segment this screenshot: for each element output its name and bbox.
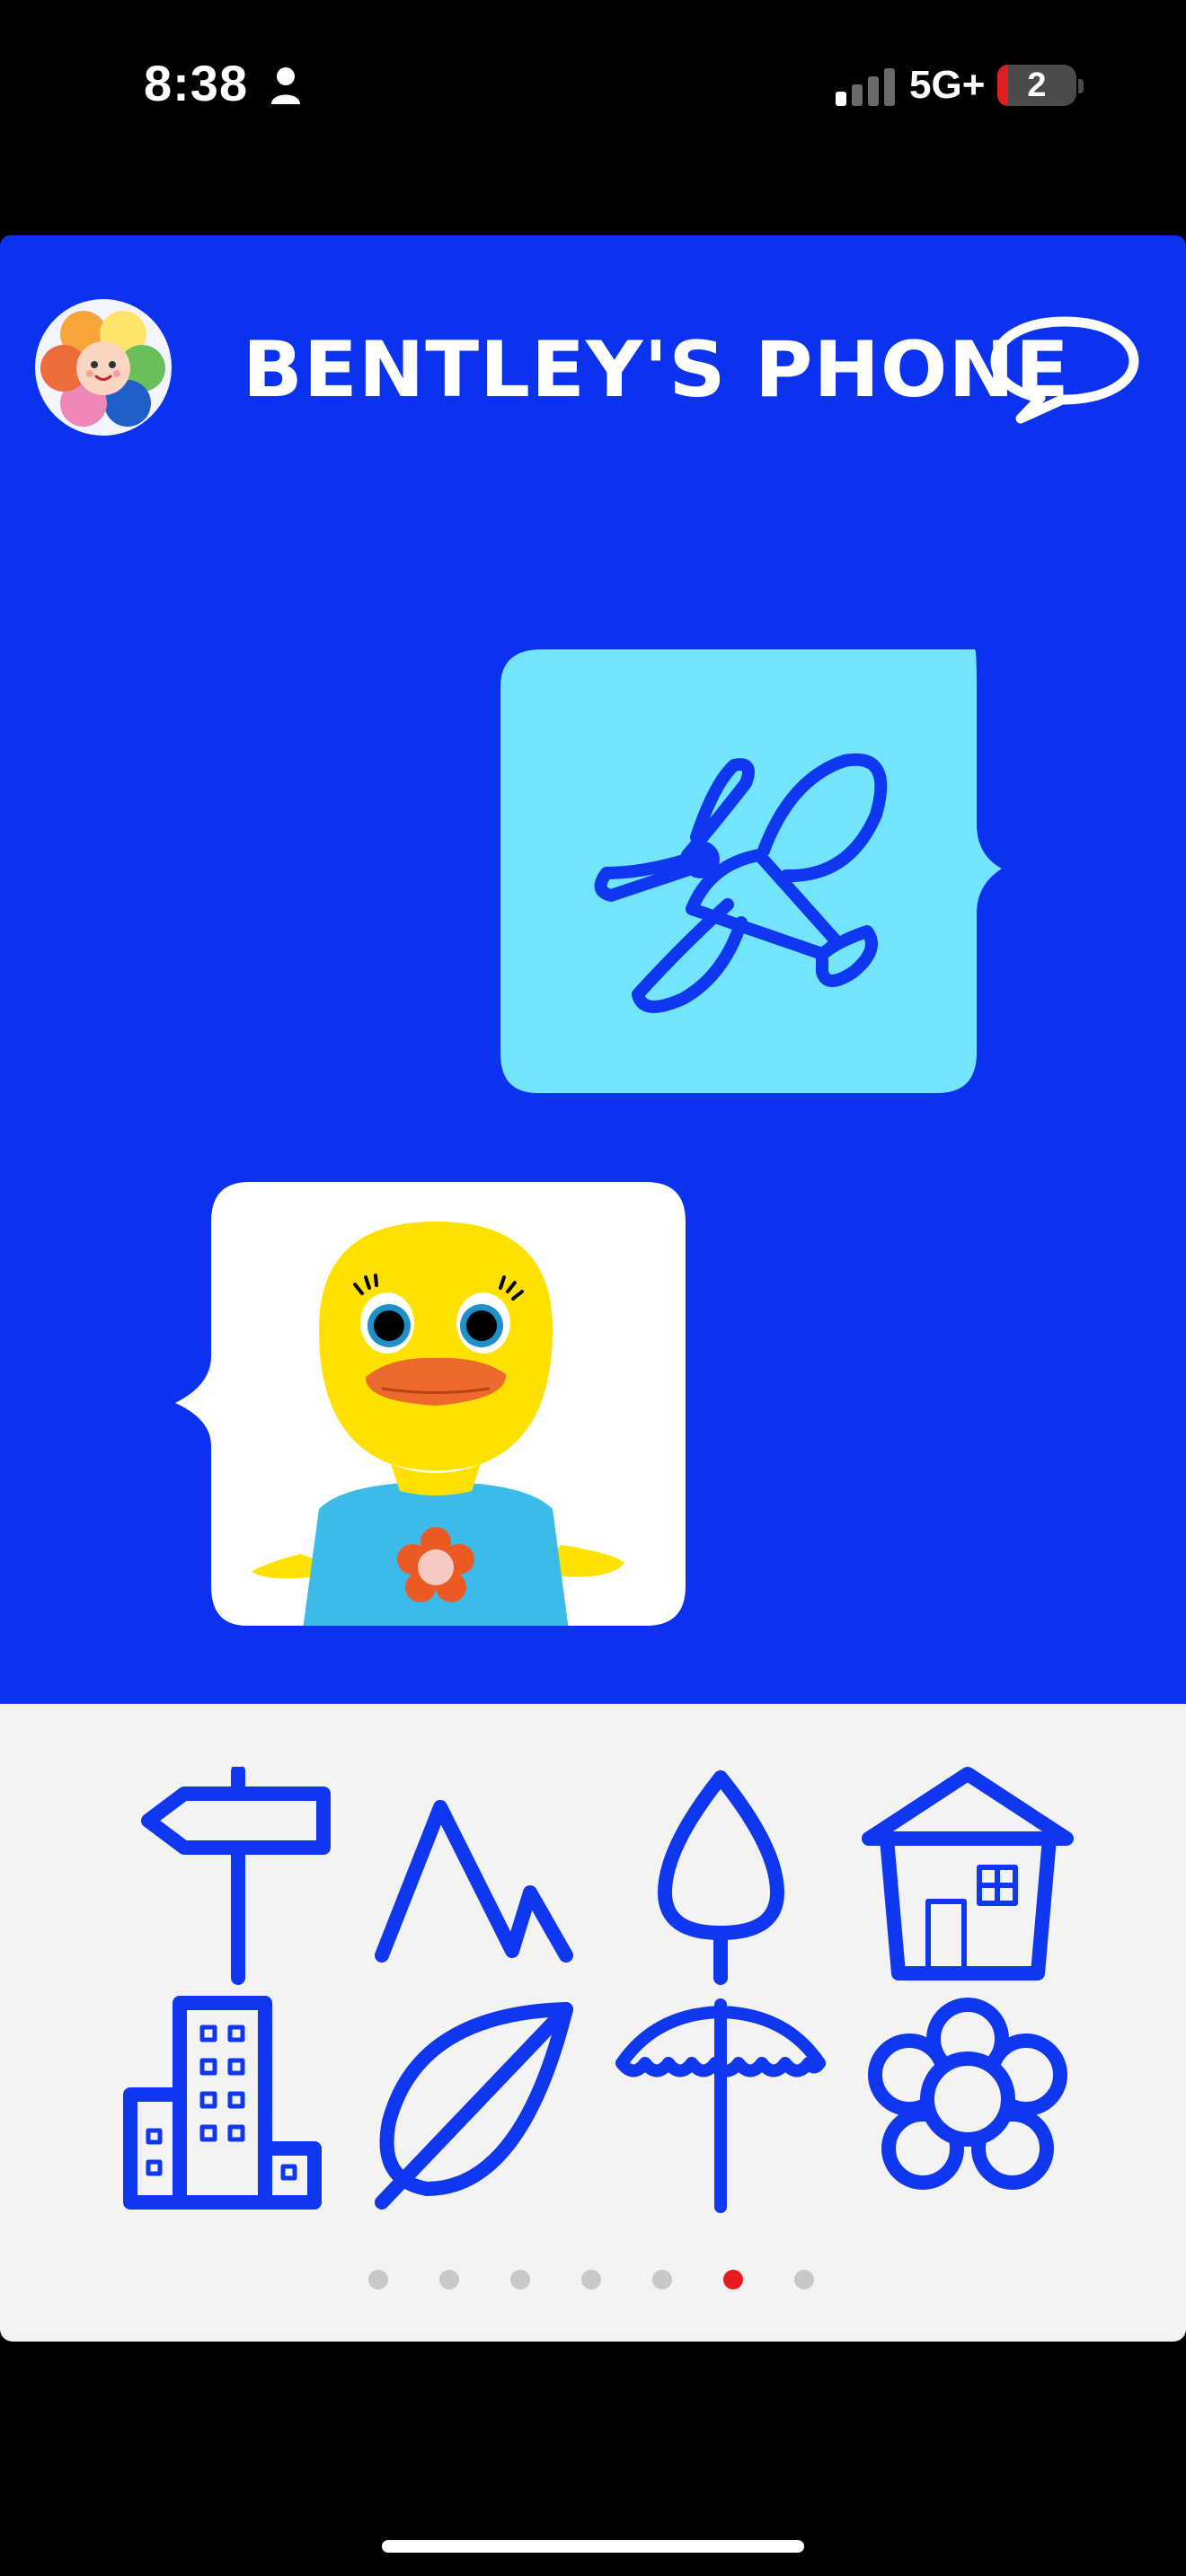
key-tree[interactable]: [611, 1767, 836, 1991]
building-icon: [123, 1996, 322, 2210]
message-bubble-outgoing[interactable]: [499, 644, 1020, 1102]
page-dot-7[interactable]: [794, 2270, 814, 2289]
status-time: 8:38: [144, 55, 249, 111]
page-title: BENTLEY'S PHONE: [243, 325, 1070, 415]
key-leaf[interactable]: [364, 1996, 589, 2220]
signpost-icon: [141, 1764, 331, 1985]
key-umbrella[interactable]: [611, 1996, 836, 2220]
tree-icon: [658, 1770, 784, 1985]
page-dot-1[interactable]: [368, 2270, 388, 2289]
person-icon: [271, 67, 300, 104]
network-type: 5G+: [909, 63, 986, 107]
flower-icon: [868, 1998, 1067, 2190]
battery-level: 2: [1027, 66, 1047, 104]
signal-icon: [836, 68, 895, 106]
page-indicator: [0, 2270, 1186, 2297]
message-bubble-incoming[interactable]: [166, 1177, 687, 1635]
home-indicator[interactable]: [382, 2540, 804, 2553]
icon-keyboard: [0, 1704, 1186, 2342]
app-panel: BENTLEY'S PHONE: [0, 235, 1186, 1704]
rainbow-flower-face-icon[interactable]: [34, 298, 173, 437]
speech-bubble-icon[interactable]: [988, 314, 1141, 427]
page-dot-2[interactable]: [439, 2270, 459, 2289]
status-bar: 8:38 5G+ 2: [0, 0, 1186, 180]
mountains-icon: [375, 1800, 573, 1963]
house-icon: [862, 1767, 1074, 1981]
page-dot-6-active[interactable]: [723, 2270, 743, 2289]
key-flower[interactable]: [858, 1996, 1083, 2220]
key-mountains[interactable]: [364, 1767, 589, 1991]
key-signpost[interactable]: [121, 1764, 346, 1991]
leaf-icon: [375, 2002, 573, 2210]
page-dot-4[interactable]: [581, 2270, 601, 2289]
umbrella-icon: [615, 1998, 826, 2213]
page-dot-5[interactable]: [652, 2270, 672, 2289]
key-building[interactable]: [121, 1996, 346, 2220]
key-house[interactable]: [858, 1767, 1083, 1991]
page-dot-3[interactable]: [510, 2270, 530, 2289]
battery-icon: 2: [997, 65, 1076, 106]
